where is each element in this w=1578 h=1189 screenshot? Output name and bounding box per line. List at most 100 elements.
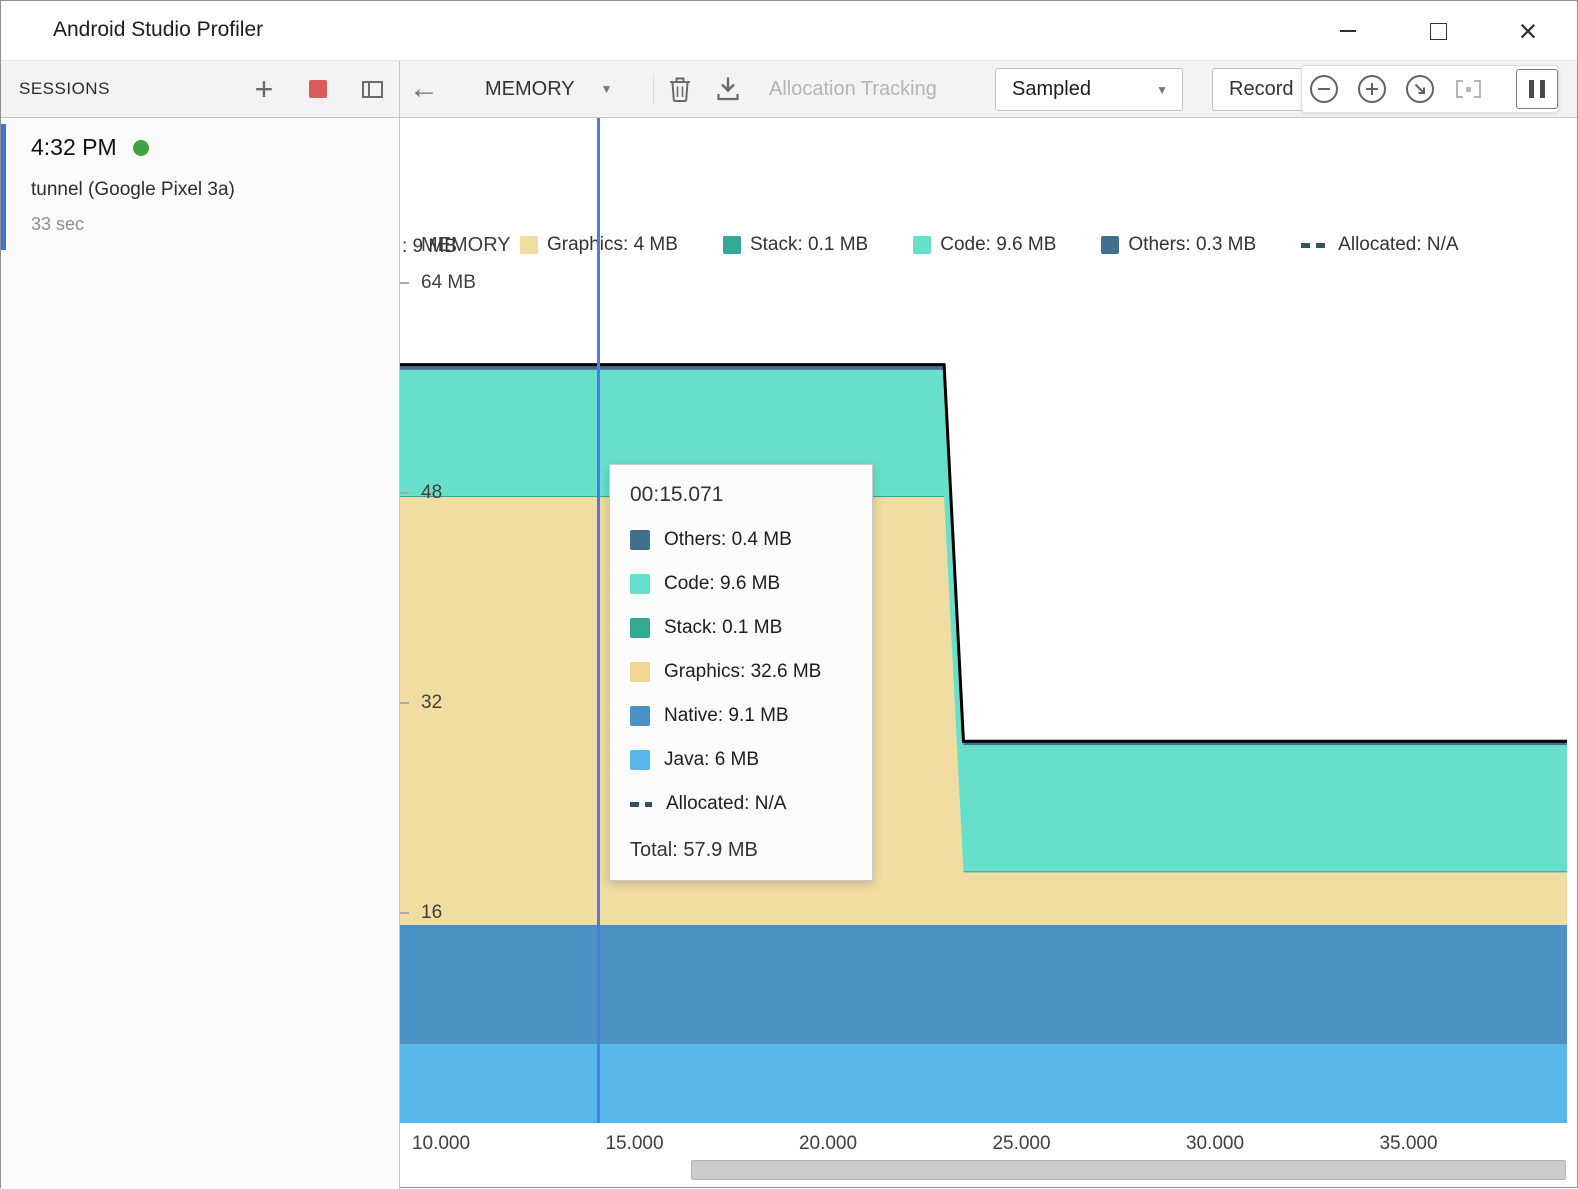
tooltip-total: Total: 57.9 MB bbox=[630, 839, 852, 862]
sampling-mode-dropdown[interactable]: Sampled ▼ bbox=[995, 68, 1183, 111]
pause-live-button[interactable] bbox=[1516, 69, 1558, 109]
chart-stage-label: MEMORY bbox=[421, 234, 511, 257]
titlebar: Android Studio Profiler × bbox=[1, 1, 1577, 61]
stop-icon bbox=[309, 80, 327, 98]
java-swatch-icon bbox=[630, 750, 650, 770]
allocated-dashed-icon bbox=[1301, 243, 1329, 248]
stage-selector-dropdown[interactable]: MEMORY ▼ bbox=[485, 61, 613, 117]
memory-timeline-chart[interactable]: : 9 MB MEMORY Graphics: 4 MB Stack: 0.1 … bbox=[400, 118, 1567, 1123]
window-title: Android Studio Profiler bbox=[53, 18, 263, 42]
y-axis-label: 16 bbox=[421, 902, 491, 924]
legend-item-stack: Stack: 0.1 MB bbox=[723, 234, 868, 256]
sessions-header-label: SESSIONS bbox=[19, 79, 110, 99]
native-swatch-icon bbox=[630, 706, 650, 726]
band-native bbox=[400, 925, 1567, 1044]
zoom-out-button[interactable] bbox=[1310, 75, 1338, 103]
minimize-icon bbox=[1340, 30, 1356, 32]
legend-item-code: Code: 9.6 MB bbox=[913, 234, 1056, 256]
y-axis-label: 64 MB bbox=[421, 272, 491, 294]
heap-dump-icon bbox=[715, 75, 741, 103]
stack-swatch-icon bbox=[630, 618, 650, 638]
record-button[interactable]: Record bbox=[1212, 68, 1312, 111]
toolbar: SESSIONS + ← MEMORY ▼ bbox=[1, 61, 1577, 118]
legend-item-others: Others: 0.3 MB bbox=[1101, 234, 1256, 256]
chevron-down-icon: ▼ bbox=[1156, 83, 1168, 97]
session-duration: 33 sec bbox=[31, 214, 84, 235]
zoom-in-icon bbox=[1366, 83, 1378, 95]
stack-swatch-icon bbox=[723, 236, 741, 254]
capture-heap-dump-button[interactable] bbox=[715, 61, 741, 117]
tooltip-row-java: Java: 6 MB bbox=[630, 749, 852, 771]
graphics-swatch-icon bbox=[520, 236, 538, 254]
x-axis-label: 35.000 bbox=[1364, 1133, 1454, 1155]
horizontal-scrollbar bbox=[400, 1159, 1567, 1181]
x-axis-label: 30.000 bbox=[1170, 1133, 1260, 1155]
force-gc-trash-button[interactable] bbox=[667, 61, 693, 117]
tooltip-row-code: Code: 9.6 MB bbox=[630, 573, 852, 595]
back-button[interactable]: ← bbox=[409, 61, 439, 117]
legend-label: Code: 9.6 MB bbox=[940, 234, 1056, 256]
add-session-button[interactable]: + bbox=[251, 76, 277, 102]
x-axis-label: 20.000 bbox=[783, 1133, 873, 1155]
selected-session-indicator bbox=[1, 124, 6, 250]
toolbar-divider bbox=[653, 74, 654, 104]
allocation-tracking-control[interactable]: Allocation Tracking bbox=[769, 61, 937, 117]
x-axis-label: 10.000 bbox=[396, 1133, 486, 1155]
legend-item-allocated: Allocated: N/A bbox=[1301, 234, 1458, 256]
zoom-to-selection-dot bbox=[1466, 87, 1471, 92]
y-axis-tick bbox=[400, 492, 409, 494]
tooltip-row-label: Native: 9.1 MB bbox=[664, 705, 789, 727]
zoom-to-selection-button[interactable] bbox=[1454, 75, 1482, 103]
collapse-panel-button[interactable] bbox=[359, 76, 385, 102]
sessions-header: SESSIONS + bbox=[1, 61, 400, 117]
session-device: tunnel (Google Pixel 3a) bbox=[31, 179, 235, 201]
scrollbar-thumb[interactable] bbox=[691, 1160, 1566, 1180]
tooltip-row-label: Code: 9.6 MB bbox=[664, 573, 780, 595]
reset-zoom-icon bbox=[1413, 82, 1427, 96]
pause-icon bbox=[1540, 80, 1545, 98]
tooltip-timestamp: 00:15.071 bbox=[630, 483, 852, 507]
band-java bbox=[400, 1044, 1567, 1123]
pause-icon bbox=[1529, 80, 1534, 98]
tooltip-row-stack: Stack: 0.1 MB bbox=[630, 617, 852, 639]
sessions-panel: 4:32 PM tunnel (Google Pixel 3a) 33 sec bbox=[1, 118, 400, 1189]
tooltip-row-others: Others: 0.4 MB bbox=[630, 529, 852, 551]
zoom-controls bbox=[1301, 65, 1559, 113]
y-axis-tick bbox=[400, 912, 409, 914]
live-session-dot-icon bbox=[133, 140, 149, 156]
legend-label: Graphics: 4 MB bbox=[547, 234, 678, 256]
tooltip-row-label: Allocated: N/A bbox=[666, 793, 786, 815]
tooltip-row-native: Native: 9.1 MB bbox=[630, 705, 852, 727]
session-time: 4:32 PM bbox=[31, 134, 117, 161]
tooltip-row-label: Others: 0.4 MB bbox=[664, 529, 792, 551]
time-axis: 10.00015.00020.00025.00030.00035.000 bbox=[400, 1123, 1567, 1159]
panel-icon bbox=[362, 81, 383, 98]
reset-zoom-button[interactable] bbox=[1406, 75, 1434, 103]
sampling-mode-label: Sampled bbox=[1012, 78, 1091, 101]
zoom-to-selection-icon bbox=[1456, 80, 1463, 98]
y-axis-tick bbox=[400, 702, 409, 704]
y-axis-tick bbox=[400, 282, 409, 284]
stop-session-button[interactable] bbox=[305, 76, 331, 102]
zoom-in-button[interactable] bbox=[1358, 75, 1386, 103]
close-icon: × bbox=[1519, 15, 1538, 47]
maximize-button[interactable] bbox=[1415, 9, 1461, 53]
x-axis-label: 25.000 bbox=[977, 1133, 1067, 1155]
legend-label: Stack: 0.1 MB bbox=[750, 234, 868, 256]
chart-tooltip: 00:15.071 Others: 0.4 MB Code: 9.6 MB St… bbox=[609, 464, 873, 881]
zoom-to-selection-bracket bbox=[1474, 80, 1481, 98]
y-axis-label: 48 bbox=[421, 482, 491, 504]
minimize-button[interactable] bbox=[1325, 9, 1371, 53]
code-swatch-icon bbox=[913, 236, 931, 254]
chart-legend: Graphics: 4 MB Stack: 0.1 MB Code: 9.6 M… bbox=[520, 234, 1459, 256]
code-swatch-icon bbox=[630, 574, 650, 594]
others-swatch-icon bbox=[630, 530, 650, 550]
tooltip-row-graphics: Graphics: 32.6 MB bbox=[630, 661, 852, 683]
session-list-item[interactable]: 4:32 PM tunnel (Google Pixel 3a) 33 sec bbox=[1, 124, 399, 254]
profiler-window: Android Studio Profiler × SESSIONS + ← M… bbox=[0, 0, 1578, 1188]
close-button[interactable]: × bbox=[1505, 9, 1551, 53]
trash-icon bbox=[667, 75, 693, 103]
back-arrow-icon: ← bbox=[409, 72, 439, 106]
graphics-swatch-icon bbox=[630, 662, 650, 682]
legend-label: Allocated: N/A bbox=[1338, 234, 1458, 256]
